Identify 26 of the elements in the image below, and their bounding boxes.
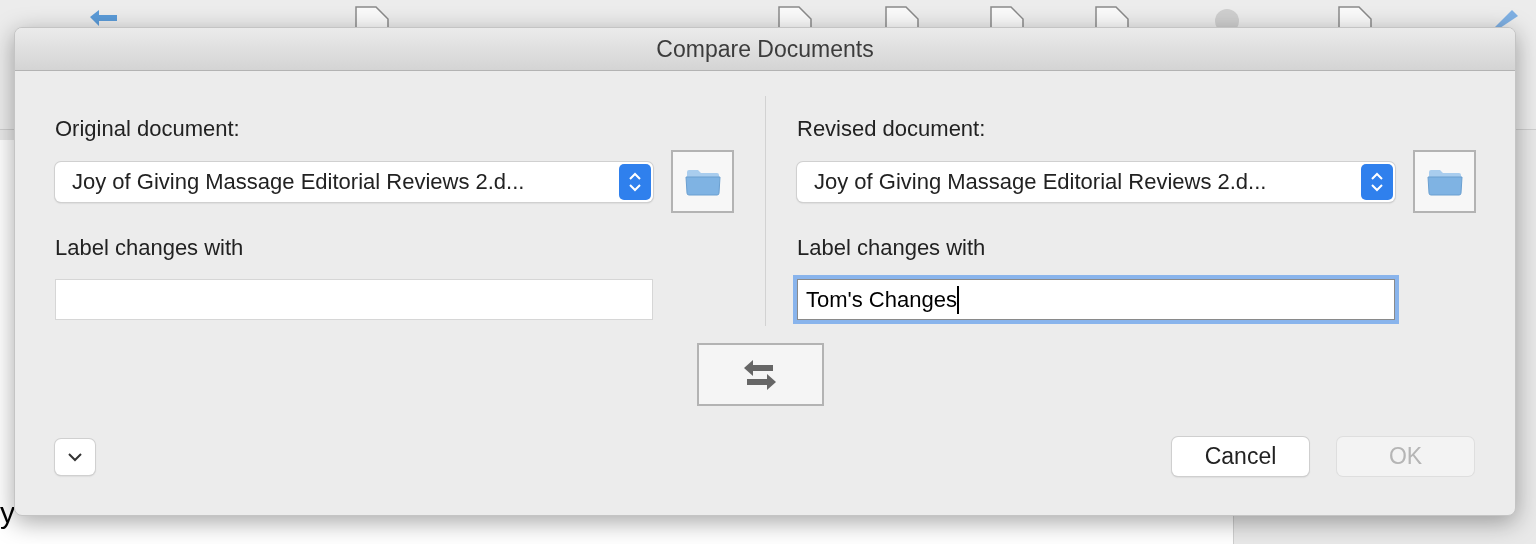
document-icon[interactable] (1095, 6, 1129, 28)
swap-arrows-icon (742, 357, 778, 392)
document-icon[interactable] (990, 6, 1024, 28)
swap-documents-button[interactable] (696, 343, 824, 406)
document-heading: Revised document: (797, 118, 987, 140)
document-text: y (0, 495, 15, 531)
stepper-icon (1361, 163, 1393, 200)
folder-icon (684, 167, 721, 196)
document-icon[interactable] (1338, 6, 1372, 28)
label-heading: Label changes with (797, 237, 987, 259)
options-disclosure-button[interactable] (55, 438, 95, 475)
label-input-field[interactable] (55, 279, 653, 320)
window-title: Compare Documents (656, 34, 874, 64)
browse-folder-button[interactable] (1413, 150, 1476, 213)
dialog-button[interactable]: Cancel (1172, 437, 1309, 476)
document-heading: Original document: (55, 118, 241, 140)
label-heading: Label changes with (55, 237, 245, 259)
folder-icon (1426, 167, 1463, 196)
document-icon[interactable] (778, 6, 812, 28)
document-select[interactable]: Joy of Giving Massage Editorial Reviews 2.d... (55, 161, 653, 202)
text-cursor (956, 285, 959, 314)
browse-folder-button[interactable] (671, 150, 734, 213)
document-icon[interactable] (355, 6, 389, 28)
stepper-icon (619, 163, 651, 200)
document-select[interactable]: Joy of Giving Massage Editorial Reviews 2.d... (797, 161, 1395, 202)
document-icon[interactable] (885, 6, 919, 28)
